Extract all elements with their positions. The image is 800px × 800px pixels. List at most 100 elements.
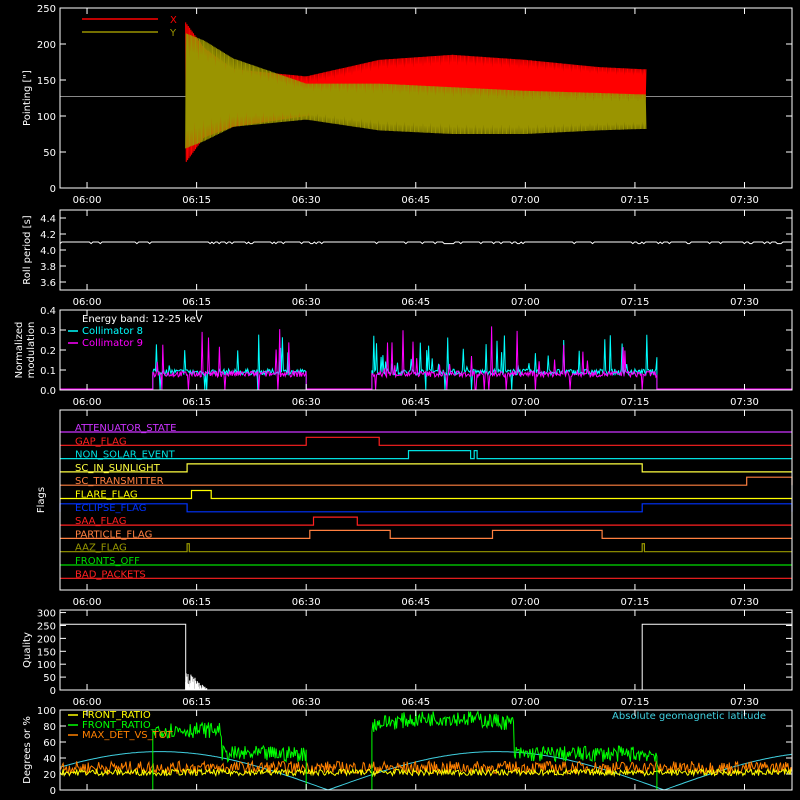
x-tick-label: 07:00 xyxy=(511,297,540,308)
x-tick-label: 07:15 xyxy=(621,397,650,408)
y-tick-label: 4.0 xyxy=(40,246,56,257)
roll-frame xyxy=(59,209,793,291)
y-axis-title: Degrees or % xyxy=(22,716,33,784)
x-tick-label: 06:15 xyxy=(182,397,211,408)
geomag-panel: 020406080100Degrees or %FRONT_RATIOFRONT… xyxy=(22,706,793,797)
flag-line xyxy=(60,436,792,446)
y-tick-label: 0.0 xyxy=(40,386,56,397)
roll-period-line xyxy=(59,241,792,245)
pointing-panel: 0 50 100 150 200 250 Pointing ["] XY 06:00 06:15 0… xyxy=(22,4,793,206)
x-tick-label: 06:00 xyxy=(73,297,102,308)
y-tick-label: 0 xyxy=(50,184,56,195)
x-tick-label: 07:15 xyxy=(621,195,650,206)
y-tick-label: 200 xyxy=(37,40,56,51)
y-tick-label: 0 xyxy=(50,786,56,797)
x-tick-label: 06:30 xyxy=(292,297,321,308)
x-tick-label: 06:00 xyxy=(73,195,102,206)
flag-line xyxy=(60,529,792,539)
x-tick-label: 07:30 xyxy=(730,297,759,308)
y-tick-label: 0 xyxy=(50,686,56,697)
quality-frame xyxy=(59,609,793,691)
y-tick-label: 250 xyxy=(37,621,56,632)
flag-line xyxy=(59,503,793,513)
y-tick-label: 80 xyxy=(43,722,56,733)
flag-label: SC_IN_SUNLIGHT xyxy=(75,463,161,474)
x-tick-label: 06:30 xyxy=(292,397,321,408)
flag-line xyxy=(60,543,792,553)
y-tick-label: 40 xyxy=(43,754,56,765)
y-tick-label: 100 xyxy=(37,706,56,717)
legend-label: MAX_DET_VS_TOT xyxy=(82,730,174,741)
y-axis-title: Roll period [s] xyxy=(22,215,33,284)
flag-label: ATTENUATOR_STATE xyxy=(75,423,176,434)
quality-panel: 0 50 100 150 200 250300 Quality 06:00 06:15 06:30… xyxy=(22,609,793,708)
y-tick-label: 0.2 xyxy=(40,346,56,357)
flag-line xyxy=(60,476,793,486)
y-tick-label: 200 xyxy=(37,634,56,645)
x-tick-label: 07:30 xyxy=(730,697,759,708)
x-tick-label: 06:15 xyxy=(182,297,211,308)
energy-band-label: Energy band: 12-25 keV xyxy=(82,314,203,325)
y-tick-label: 0.1 xyxy=(40,366,56,377)
x-tick-label: 07:00 xyxy=(511,195,540,206)
y-tick-label: 100 xyxy=(37,660,56,671)
x-tick-label: 07:15 xyxy=(621,297,650,308)
flag-line xyxy=(60,463,792,473)
x-tick-label: 06:00 xyxy=(73,597,102,608)
flag-label: BAD_PACKETS xyxy=(75,569,146,580)
legend-label: X xyxy=(170,15,177,26)
y-tick-label: 150 xyxy=(37,647,56,658)
x-tick-label: 06:00 xyxy=(73,697,102,708)
flags-frame xyxy=(59,409,793,591)
y-axis-title: Pointing ["] xyxy=(22,70,33,126)
flag-label: FRONTS_OFF xyxy=(75,556,140,567)
y-tick-label: 20 xyxy=(43,770,56,781)
flag-line xyxy=(60,489,792,500)
flag-label: AAZ_FLAG xyxy=(75,543,127,554)
flag-label: GAP_FLAG xyxy=(75,436,127,447)
flag-label: ECLIPSE_FLAG xyxy=(75,503,146,514)
y-axis-title: Flags xyxy=(36,487,47,513)
legend-label: Collimator 8 xyxy=(82,326,143,337)
y-tick-label: 4.4 xyxy=(40,214,56,225)
x-tick-label: 07:30 xyxy=(730,397,759,408)
modulation-panel: 0.0 0.1 0.2 0.3 0.4 Normalized modulation Energ… xyxy=(14,306,793,408)
x-tick-label: 06:45 xyxy=(401,697,430,708)
modulation-series xyxy=(60,334,792,391)
x-tick-label: 06:45 xyxy=(401,297,430,308)
x-tick-label: 07:00 xyxy=(511,697,540,708)
x-tick-label: 06:30 xyxy=(292,195,321,206)
flag-label: PARTICLE_FLAG xyxy=(75,529,152,540)
y-tick-label: 50 xyxy=(43,673,56,684)
x-tick-label: 07:15 xyxy=(621,697,650,708)
y-axis-title: Quality xyxy=(22,632,33,668)
flag-label: NON_SOLAR_EVENT xyxy=(75,450,176,461)
y-tick-label: 4.2 xyxy=(40,230,56,241)
x-tick-label: 06:45 xyxy=(401,597,430,608)
x-tick-label: 06:30 xyxy=(292,597,321,608)
y-tick-label: 300 xyxy=(37,609,56,620)
flag-label: SAA_FLAG xyxy=(75,516,126,527)
x-tick-label: 06:15 xyxy=(182,597,211,608)
x-tick-label: 06:45 xyxy=(401,195,430,206)
legend-label: Collimator 9 xyxy=(82,338,143,349)
x-tick-label: 07:00 xyxy=(511,397,540,408)
y-tick-label: 0.4 xyxy=(40,306,56,317)
x-tick-label: 06:30 xyxy=(292,697,321,708)
flag-label: SC_TRANSMITTER xyxy=(75,476,164,487)
y-tick-label: 150 xyxy=(37,76,56,87)
roll-panel: 3.6 3.8 4.0 4.2 4.4 Roll period [s] 06:00 06:15… xyxy=(22,209,793,308)
front-ratio-2-line xyxy=(60,710,792,791)
flag-label: FLARE_FLAG xyxy=(75,490,138,501)
legend-label: Y xyxy=(169,28,177,39)
y-tick-label: 3.6 xyxy=(40,278,56,289)
summary-plots: 050100150200250Pointing ["]XY06:00 06:15 0… xyxy=(14,4,793,797)
y-axis-title: Normalized xyxy=(14,322,25,379)
x-tick-label: 07:15 xyxy=(621,597,650,608)
flags-panel: Flags ATTENUATOR_STATE GAP_FLAG NON_SOLAR_E… xyxy=(36,409,793,608)
y-tick-label: 250 xyxy=(37,4,56,15)
x-tick-label: 07:00 xyxy=(511,597,540,608)
x-tick-label: 06:00 xyxy=(73,397,102,408)
flag-line xyxy=(60,516,792,526)
x-tick-label: 07:30 xyxy=(730,597,759,608)
